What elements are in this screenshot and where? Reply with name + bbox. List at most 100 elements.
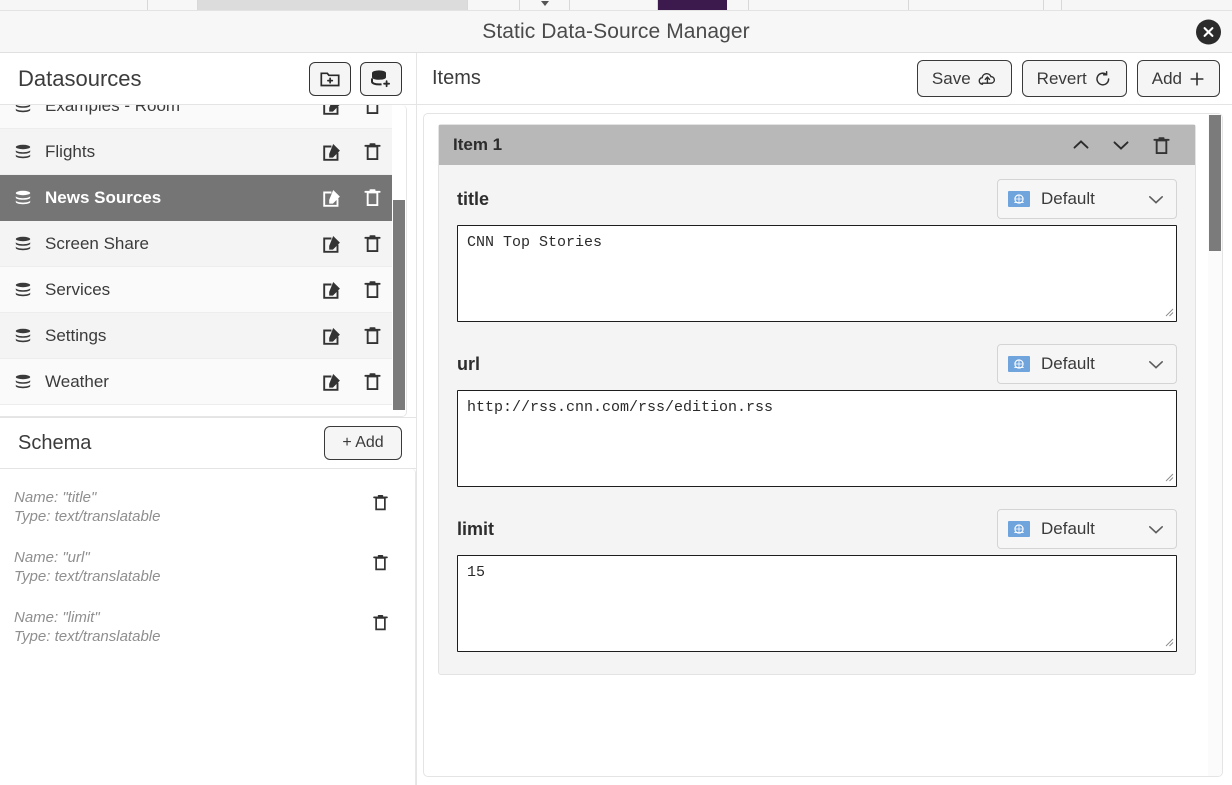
datasource-edit-button[interactable] <box>312 325 352 347</box>
database-icon <box>15 328 31 342</box>
datasource-row[interactable]: Flights <box>0 129 406 175</box>
revert-label: Revert <box>1036 68 1087 88</box>
item-field-name: limit <box>457 518 495 539</box>
chevron-down-icon <box>1113 141 1129 150</box>
datasource-label: Examples - Room <box>45 105 181 115</box>
item-field-input-wrap <box>451 555 1183 652</box>
schema-add-button[interactable]: + Add <box>324 426 402 460</box>
dialog-titlebar: Static Data-Source Manager <box>0 11 1232 53</box>
revert-button[interactable]: Revert <box>1021 60 1127 97</box>
chevron-down-icon <box>1149 195 1163 204</box>
database-icon-wrap <box>14 282 36 298</box>
database-icon-wrap <box>14 374 36 390</box>
datasource-delete-button[interactable] <box>352 233 392 254</box>
datasource-label: Screen Share <box>45 233 149 253</box>
chevron-up-icon <box>1073 140 1089 149</box>
scrollbar-thumb[interactable] <box>393 200 405 410</box>
item-move-down-button[interactable] <box>1101 138 1141 152</box>
datasource-row[interactable]: Services <box>0 267 406 313</box>
datasource-delete-button[interactable] <box>352 105 392 116</box>
un-flag-icon <box>1014 359 1024 369</box>
schema-field-text: Name: "title" Type: text/translatable <box>14 488 359 526</box>
datasource-edit-button[interactable] <box>312 279 352 301</box>
item-field: url Default <box>451 344 1183 487</box>
datasource-row[interactable]: Weather <box>0 359 406 405</box>
schema-field-type: Type: text/translatable <box>14 628 161 645</box>
language-select[interactable]: Default <box>997 179 1177 219</box>
scrollbar-thumb[interactable] <box>1209 115 1221 251</box>
datasource-label: Flights <box>45 141 96 161</box>
datasource-delete-button[interactable] <box>352 371 392 392</box>
schema-delete-button[interactable] <box>359 608 401 632</box>
schema-field-name: Name: "title" <box>14 489 97 506</box>
schema-delete-button[interactable] <box>359 548 401 572</box>
datasource-delete-button[interactable] <box>352 325 392 346</box>
schema-field-row: Name: "title" Type: text/translatable <box>0 477 415 537</box>
database-icon-wrap <box>14 190 36 206</box>
add-item-button[interactable]: Add <box>1136 60 1220 97</box>
datasource-edit-button[interactable] <box>312 187 352 209</box>
toolbar-seg <box>570 0 658 10</box>
datasource-row[interactable]: Settings <box>0 313 406 359</box>
toolbar-active-tab <box>658 0 727 10</box>
datasource-label: Services <box>45 279 111 299</box>
datasource-edit-button[interactable] <box>312 233 352 255</box>
datasource-row[interactable]: Examples - Room <box>0 105 406 129</box>
datasource-delete-button[interactable] <box>352 141 392 162</box>
schema-field-row: Name: "url" Type: text/translatable <box>0 537 415 597</box>
un-flag-icon-wrap <box>1008 356 1030 372</box>
datasource-edit-button[interactable] <box>312 371 352 393</box>
un-flag-icon-wrap <box>1008 191 1030 207</box>
datasource-add-button[interactable] <box>360 61 402 96</box>
chevron-down-icon <box>1149 525 1163 534</box>
datasource-delete-button[interactable] <box>352 279 392 300</box>
items-cards-container: Item 1 title Default url Default limit Default <box>424 114 1208 685</box>
edit-square-icon <box>323 235 340 253</box>
toolbar-seg <box>468 0 520 10</box>
edit-square-icon <box>323 105 339 115</box>
schema-field-list: Name: "title" Type: text/translatable Name… <box>0 469 416 785</box>
dialog-title: Static Data-Source Manager <box>482 19 750 43</box>
datasource-edit-button[interactable] <box>312 105 352 117</box>
edit-square-icon <box>323 327 340 345</box>
datasources-header: Datasources <box>0 53 416 105</box>
language-select[interactable]: Default <box>997 509 1177 549</box>
save-button[interactable]: Save <box>916 60 1012 97</box>
datasource-delete-button[interactable] <box>352 187 392 208</box>
database-icon <box>15 282 31 296</box>
datasource-edit-button[interactable] <box>312 141 352 163</box>
trash-icon <box>363 235 381 253</box>
cloud-upload-icon <box>978 72 995 85</box>
schema-field-type: Type: text/translatable <box>14 508 161 525</box>
datasource-row[interactable]: Screen Share <box>0 221 406 267</box>
folder-add-button[interactable] <box>309 61 351 96</box>
item-field-input-wrap <box>451 390 1183 487</box>
close-icon[interactable] <box>1196 19 1221 44</box>
toolbar-seg <box>1044 0 1062 10</box>
items-scrollbar[interactable] <box>1208 114 1222 776</box>
static-datasource-manager-dialog: Static Data-Source Manager Datasources E… <box>0 11 1232 785</box>
datasources-title: Datasources <box>18 65 142 91</box>
item-field-input[interactable] <box>457 555 1177 652</box>
datasources-scrollbar[interactable] <box>392 105 406 416</box>
chevron-down-icon <box>540 1 549 6</box>
language-select[interactable]: Default <box>997 344 1177 384</box>
schema-title: Schema <box>18 431 92 454</box>
datasource-row[interactable]: News Sources <box>0 175 406 221</box>
item-delete-button[interactable] <box>1141 135 1181 156</box>
toolbar-seg <box>130 0 148 10</box>
trash-icon <box>372 494 388 511</box>
item-card: Item 1 title Default url Default limit Default <box>438 124 1196 675</box>
item-field-input[interactable] <box>457 225 1177 322</box>
item-move-up-button[interactable] <box>1061 138 1101 152</box>
item-field-input[interactable] <box>457 390 1177 487</box>
item-field: title Default <box>451 179 1183 322</box>
schema-header: Schema + Add <box>0 417 416 469</box>
datasources-list: Examples - Room Flights News Sources Screen… <box>0 105 406 405</box>
save-label: Save <box>931 68 971 88</box>
item-field-name: title <box>457 188 490 209</box>
un-flag-icon-wrap <box>1008 521 1030 537</box>
item-field: limit Default <box>451 509 1183 652</box>
un-flag-icon <box>1014 524 1024 534</box>
schema-delete-button[interactable] <box>359 488 401 512</box>
